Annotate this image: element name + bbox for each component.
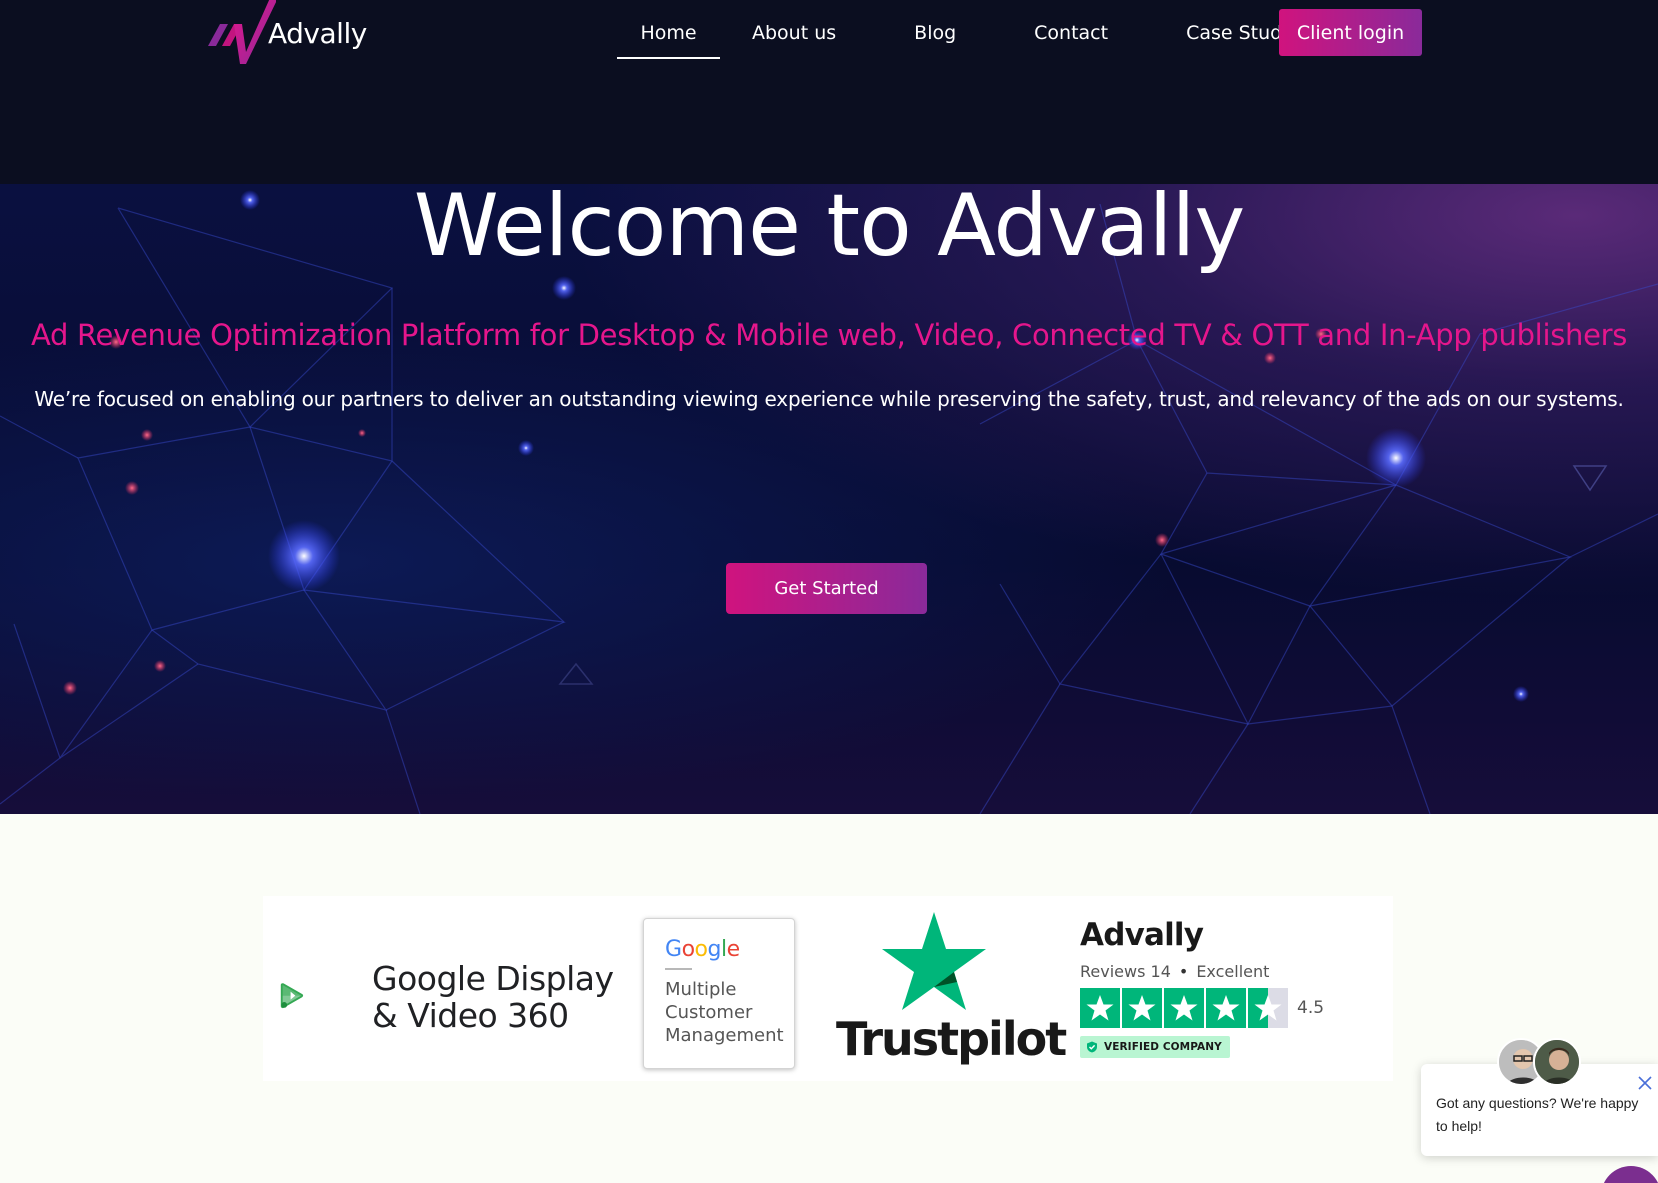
star-icon — [1164, 988, 1204, 1028]
star-icon — [1122, 988, 1162, 1028]
verified-company-label: VERIFIED COMPANY — [1104, 1041, 1222, 1053]
partners-section — [0, 814, 1658, 1183]
trustpilot-wordmark: Trustpilot — [836, 1012, 1067, 1066]
chat-message: Got any questions? We're happy to help! — [1436, 1095, 1639, 1134]
hero-title: Welcome to Advally — [413, 184, 1246, 276]
logo-text: Advally — [268, 16, 367, 50]
main-nav: Home About us Blog Contact Case Studies — [617, 0, 1333, 66]
mcm-badge: Google Multiple Customer Management — [643, 918, 795, 1069]
network-background — [0, 190, 1658, 814]
site-header: Advally Home About us Blog Contact Case … — [0, 0, 1658, 184]
google-wordmark: Google — [665, 937, 740, 962]
get-started-button[interactable]: Get Started — [726, 563, 927, 614]
trustpilot-star-rating — [1080, 988, 1288, 1028]
dv360-logo-icon — [280, 983, 304, 1009]
star-icon — [1080, 988, 1120, 1028]
nav-contact[interactable]: Contact — [1010, 7, 1132, 59]
trustpilot-rating-value: 4.5 — [1297, 998, 1325, 1018]
nav-blog[interactable]: Blog — [890, 7, 980, 59]
trustpilot-company-name[interactable]: Advally — [1080, 917, 1204, 953]
mcm-label: Multiple Customer Management — [665, 979, 784, 1046]
hero-section: Welcome to Advally Ad Revenue Optimizati… — [0, 184, 1658, 814]
half-star-icon — [1248, 988, 1288, 1028]
nav-about-us[interactable]: About us — [728, 7, 860, 59]
badge-divider — [665, 968, 692, 970]
verified-company-badge: VERIFIED COMPANY — [1080, 1036, 1230, 1058]
nav-home[interactable]: Home — [617, 7, 720, 59]
logo[interactable]: Advally — [206, 0, 367, 66]
client-login-button[interactable]: Client login — [1279, 9, 1422, 56]
dv360-label: Google Display & Video 360 — [372, 959, 614, 1035]
separator-dot: • — [1178, 962, 1189, 981]
trustpilot-meta: Reviews 14 • Excellent — [1080, 962, 1269, 981]
hero-description: We’re focused on enabling our partners t… — [34, 387, 1624, 411]
verified-check-icon — [1087, 1041, 1097, 1053]
close-icon[interactable] — [1636, 1074, 1654, 1092]
trustpilot-rating-word: Excellent — [1196, 962, 1270, 981]
advally-logo-icon — [208, 0, 276, 64]
trustpilot-star-icon — [882, 912, 986, 1010]
trustpilot-reviews-count: Reviews 14 — [1080, 962, 1171, 981]
avatar — [1533, 1038, 1581, 1086]
star-icon — [1206, 988, 1246, 1028]
hero-subtitle: Ad Revenue Optimization Platform for Des… — [30, 318, 1628, 352]
